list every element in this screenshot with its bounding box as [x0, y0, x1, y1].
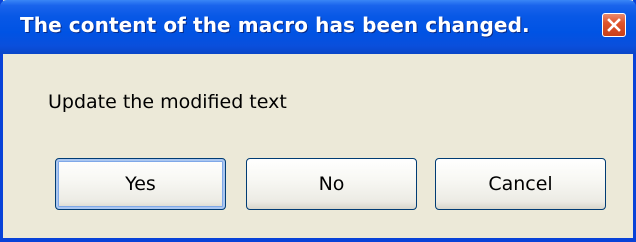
dialog-message: Update the modified text	[48, 91, 287, 113]
dialog-title: The content of the macro has been change…	[20, 13, 530, 37]
dialog-window: The content of the macro has been change…	[0, 0, 636, 242]
yes-button[interactable]: Yes	[55, 158, 226, 210]
close-icon	[607, 18, 621, 32]
close-button[interactable]	[602, 13, 626, 37]
no-button[interactable]: No	[246, 158, 417, 210]
title-bar[interactable]: The content of the macro has been change…	[0, 0, 636, 54]
cancel-button[interactable]: Cancel	[435, 158, 606, 210]
